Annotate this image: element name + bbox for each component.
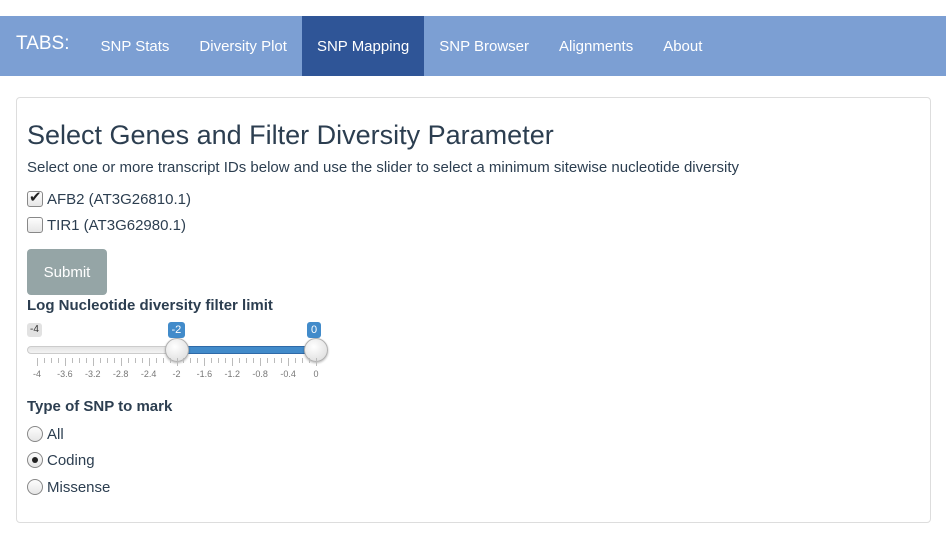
slider-major-tick — [288, 358, 290, 366]
checkbox-afb2[interactable]: ✔ — [27, 189, 43, 207]
slider-major-tick — [176, 358, 178, 366]
snp-type-option-all[interactable]: All — [27, 424, 64, 444]
tab-diversity-plot[interactable]: Diversity Plot — [184, 16, 302, 76]
slider-minor-tick — [141, 358, 143, 363]
slider-minor-tick — [246, 358, 248, 363]
slider-minor-tick — [155, 358, 157, 363]
checkbox-tir1[interactable] — [27, 217, 43, 233]
slider-minor-tick — [99, 358, 101, 363]
tab-snp-browser[interactable]: SNP Browser — [424, 16, 544, 76]
gene-label-tir1: TIR1 (AT3G62980.1) — [47, 216, 186, 234]
radio-coding[interactable] — [27, 452, 43, 468]
slider-tick-label: -1.6 — [196, 369, 213, 379]
slider-major-tick — [64, 358, 66, 366]
diversity-range-slider[interactable]: -4 -2 0 -4 -3.6 -3.2 -2.8 -2.4 -2 -1.6 -1.2 -0.8… — [27, 320, 328, 380]
top-navbar: TABS: SNP Stats Diversity Plot SNP Mappi… — [0, 16, 946, 76]
submit-button[interactable]: Submit — [27, 249, 107, 295]
slider-tick-label: -1.2 — [224, 369, 241, 379]
radio-label-coding: Coding — [47, 451, 95, 469]
slider-tick-label: -2 — [172, 369, 181, 379]
slider-minor-tick — [134, 358, 136, 363]
tab-snp-mapping[interactable]: SNP Mapping — [301, 16, 425, 76]
gene-option-afb2[interactable]: ✔ AFB2 (AT3G26810.1) — [27, 189, 191, 209]
slider-selected-range — [176, 346, 316, 354]
gene-option-tir1[interactable]: TIR1 (AT3G62980.1) — [27, 215, 186, 235]
radio-missense[interactable] — [27, 479, 43, 495]
slider-minor-tick — [113, 358, 115, 363]
checkmark-icon: ✔ — [29, 189, 42, 206]
slider-low-value-badge: -2 — [167, 322, 186, 338]
slider-major-tick — [316, 358, 317, 366]
panel-instructions: Select one or more transcript IDs below … — [27, 159, 739, 176]
tab-snp-stats[interactable]: SNP Stats — [86, 16, 185, 76]
slider-major-tick — [120, 358, 122, 366]
radio-label-all: All — [47, 425, 64, 443]
slider-minor-tick — [309, 358, 311, 363]
slider-tick-label: -2.4 — [140, 369, 157, 379]
slider-minor-tick — [183, 358, 185, 363]
radio-label-missense: Missense — [47, 478, 111, 496]
slider-minor-tick — [253, 358, 255, 363]
slider-minor-tick — [211, 358, 213, 363]
slider-major-tick — [92, 358, 94, 366]
slider-minor-tick — [71, 358, 73, 363]
slider-label: Log Nucleotide diversity filter limit — [27, 297, 273, 314]
slider-minor-tick — [50, 358, 52, 363]
slider-minor-tick — [85, 358, 87, 363]
slider-tick-label: -2.8 — [112, 369, 129, 379]
slider-tick-label: -0.4 — [280, 369, 296, 379]
gene-filter-panel: Select Genes and Filter Diversity Parame… — [16, 97, 931, 523]
panel-title: Select Genes and Filter Diversity Parame… — [27, 120, 554, 150]
snp-type-option-coding[interactable]: Coding — [27, 450, 95, 470]
slider-minor-tick — [225, 358, 227, 363]
slider-high-value-badge: 0 — [307, 322, 322, 338]
slider-tick-label: -3.2 — [85, 369, 101, 379]
slider-minor-tick — [43, 358, 45, 363]
slider-minor-tick — [162, 358, 164, 363]
slider-minor-tick — [127, 358, 129, 363]
snp-type-option-missense[interactable]: Missense — [27, 477, 110, 497]
slider-minor-tick — [302, 358, 304, 363]
slider-major-tick — [37, 358, 38, 366]
slider-minor-tick — [295, 358, 297, 363]
slider-tick-label: -4 — [32, 369, 41, 379]
slider-minor-tick — [281, 358, 283, 363]
slider-major-tick — [204, 358, 206, 366]
slider-minor-tick — [274, 358, 276, 363]
gene-label-afb2: AFB2 (AT3G26810.1) — [47, 190, 191, 208]
tab-about[interactable]: About — [648, 16, 717, 76]
slider-major-tick — [148, 358, 150, 366]
slider-minor-tick — [169, 358, 171, 363]
slider-min-badge: -4 — [27, 323, 42, 337]
slider-minor-tick — [267, 358, 269, 363]
radio-all[interactable] — [27, 426, 43, 442]
radio-selected-dot — [32, 457, 38, 463]
snp-type-label: Type of SNP to mark — [27, 398, 173, 415]
tab-alignments[interactable]: Alignments — [544, 16, 648, 76]
slider-minor-tick — [239, 358, 241, 363]
slider-minor-tick — [78, 358, 80, 363]
slider-major-tick — [260, 358, 262, 366]
nav-brand: TABS: — [16, 33, 70, 54]
slider-tick-label: -0.8 — [252, 369, 268, 379]
slider-minor-tick — [197, 358, 199, 363]
slider-major-tick — [232, 358, 234, 366]
slider-tick-label: 0 — [313, 369, 319, 379]
slider-minor-tick — [190, 358, 192, 363]
slider-minor-tick — [57, 358, 59, 363]
slider-minor-tick — [218, 358, 220, 363]
slider-tick-label: -3.6 — [57, 369, 73, 379]
slider-minor-tick — [106, 358, 108, 363]
